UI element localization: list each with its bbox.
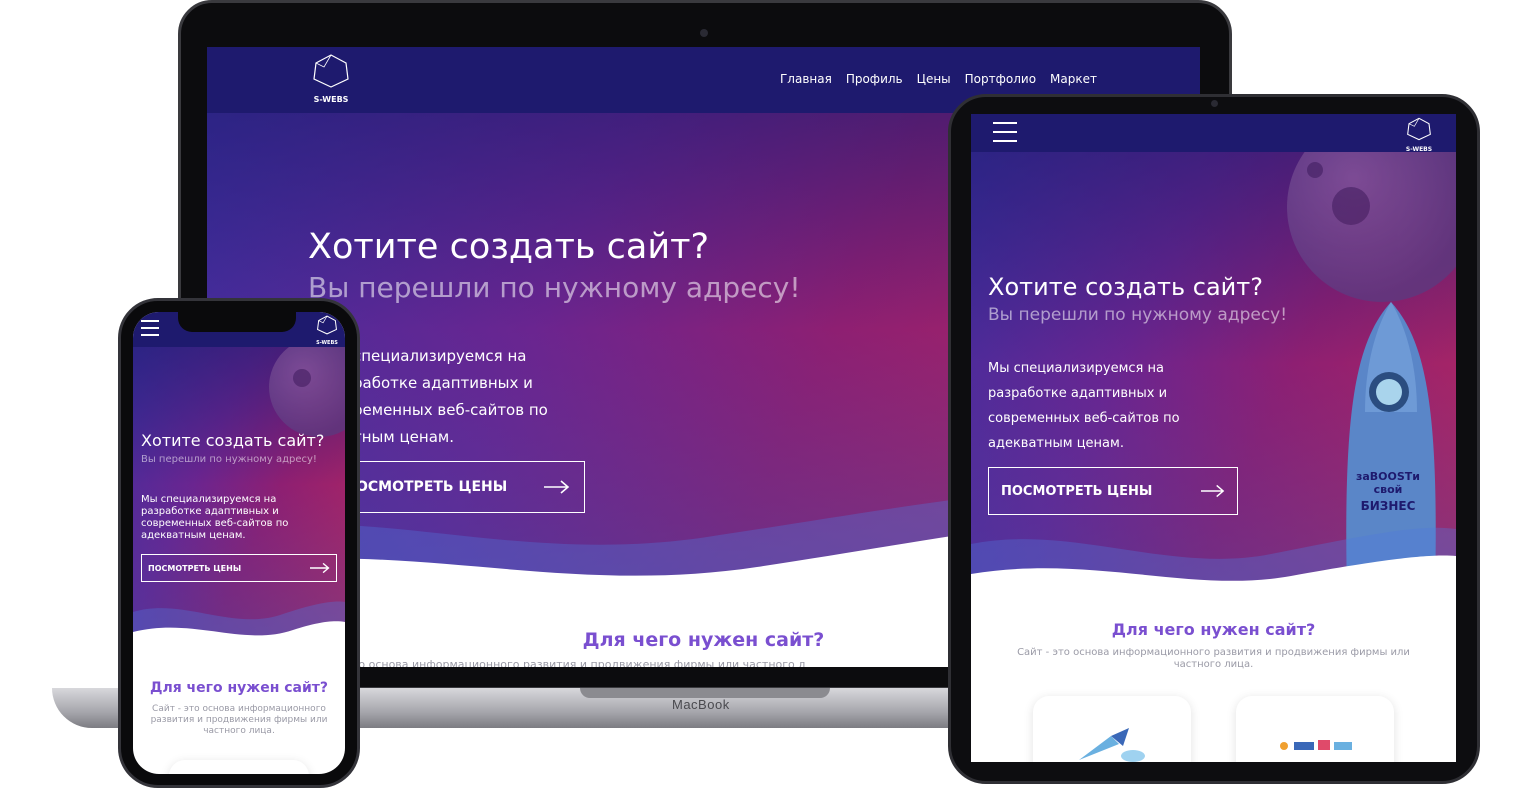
feature-card[interactable]	[1033, 696, 1191, 762]
hero-desc-line: современных веб-сайтов по	[141, 518, 289, 529]
phone-wave	[133, 601, 345, 662]
hero-title: Хотите создать сайт?	[988, 273, 1263, 301]
hero-subtitle: Вы перешли по нужному адресу!	[988, 305, 1288, 325]
hero-description: специализируемся на работке адаптивных и…	[353, 343, 548, 451]
feature-card[interactable]	[169, 760, 309, 774]
section-title: Для чего нужен сайт?	[149, 680, 329, 696]
hamburger-menu-icon[interactable]	[141, 320, 159, 336]
section-text-line: Сайт - это основа информационного	[152, 704, 326, 714]
nav-item-prices[interactable]: Цены	[917, 72, 951, 86]
nav-item-home[interactable]: Главная	[780, 72, 832, 86]
rocket-text: заBOOSTи свой БИЗНЕС	[1343, 470, 1433, 513]
phone-logo[interactable]: S-WEBS	[315, 315, 339, 346]
section-text: Сайт - это основа информационного развит…	[971, 647, 1456, 671]
hamburger-menu-icon[interactable]	[993, 122, 1017, 142]
logo-polyhedron-icon	[313, 54, 349, 88]
nav-item-market[interactable]: Маркет	[1050, 72, 1097, 86]
laptop-camera	[700, 29, 708, 37]
feature-card[interactable]	[1236, 696, 1394, 762]
view-prices-button[interactable]: ПОСМОТРЕТЬ ЦЕНЫ	[141, 554, 337, 582]
hero-desc-line: работке адаптивных и	[353, 374, 533, 392]
phone-notch	[178, 308, 296, 332]
cta-label: ПОСМОТРЕТЬ ЦЕНЫ	[1001, 483, 1153, 499]
nav-item-portfolio[interactable]: Портфолио	[965, 72, 1036, 86]
hero-desc-line: разработке адаптивных и	[141, 506, 279, 517]
hero-desc-line: ременных веб-сайтов по	[353, 401, 548, 419]
hero-desc-line: современных веб-сайтов по	[988, 411, 1180, 426]
hero-title: Хотите создать сайт?	[308, 227, 710, 267]
hero-desc-line: адекватным ценам.	[141, 530, 246, 541]
hero-desc-line: специализируемся на	[353, 347, 527, 365]
arrow-right-icon	[310, 562, 330, 574]
logo-text: S-WEBS	[313, 95, 349, 104]
hero-desc-line: адекватным ценам.	[988, 436, 1124, 451]
logo-polyhedron-icon	[317, 315, 337, 335]
tablet-camera	[1211, 100, 1218, 107]
section-text: Сайт - это основа информационного развит…	[133, 704, 345, 737]
hero-desc-line: тным ценам.	[353, 428, 454, 446]
laptop-nav: Главная Профиль Цены Портфолио Маркет	[780, 72, 1097, 86]
hero-desc-line: Мы специализируемся на	[141, 494, 277, 505]
arrow-right-icon	[1201, 484, 1225, 498]
hero-title: Хотите создать сайт?	[141, 431, 325, 450]
section-text-line: Сайт - это основа информационного развит…	[1017, 647, 1410, 658]
tablet-header: S-WEBS	[971, 114, 1456, 153]
hero-description: Мы специализируемся на разработке адапти…	[141, 494, 288, 542]
rocket-text-line2: БИЗНЕС	[1360, 499, 1416, 513]
section-text-line: частного лица.	[1173, 659, 1254, 670]
laptop-label: MacBook	[672, 697, 730, 712]
logo-polyhedron-icon	[1407, 117, 1431, 141]
hero-description: Мы специализируемся на разработке адапти…	[988, 356, 1180, 456]
tablet-logo[interactable]: S-WEBS	[1404, 117, 1434, 153]
hero-desc-line: разработке адаптивных и	[988, 386, 1168, 401]
logo-text: S-WEBS	[316, 340, 338, 346]
tablet-wave	[971, 527, 1456, 624]
nav-item-profile[interactable]: Профиль	[846, 72, 903, 86]
hero-subtitle: Вы перешли по нужному адресу!	[308, 271, 801, 304]
hero-desc-line: Мы специализируемся на	[988, 361, 1164, 376]
cta-label: ПОСМОТРЕТЬ ЦЕНЫ	[148, 563, 242, 573]
section-text-line: развития и продвижения фирмы или	[150, 715, 328, 725]
section-text-line: частного лица.	[203, 726, 275, 736]
laptop-logo[interactable]: S-WEBS	[310, 53, 352, 104]
analytics-illustration-icon	[1280, 740, 1352, 750]
hero-subtitle: Вы перешли по нужному адресу!	[141, 454, 317, 465]
view-prices-button[interactable]: ПОСМОТРЕТЬ ЦЕНЫ	[988, 467, 1238, 515]
rocket-illustration-icon	[1079, 728, 1145, 762]
tablet-screen: S-WEBS заBOOSTи свой БИЗНЕС Хотите созда…	[971, 114, 1456, 762]
section-title: Для чего нужен сайт?	[1111, 620, 1316, 639]
phone-screen: S-WEBS Хотите создать сайт? Вы перешли п…	[133, 312, 345, 774]
rocket-text-line1: заBOOSTи свой	[1355, 470, 1421, 496]
